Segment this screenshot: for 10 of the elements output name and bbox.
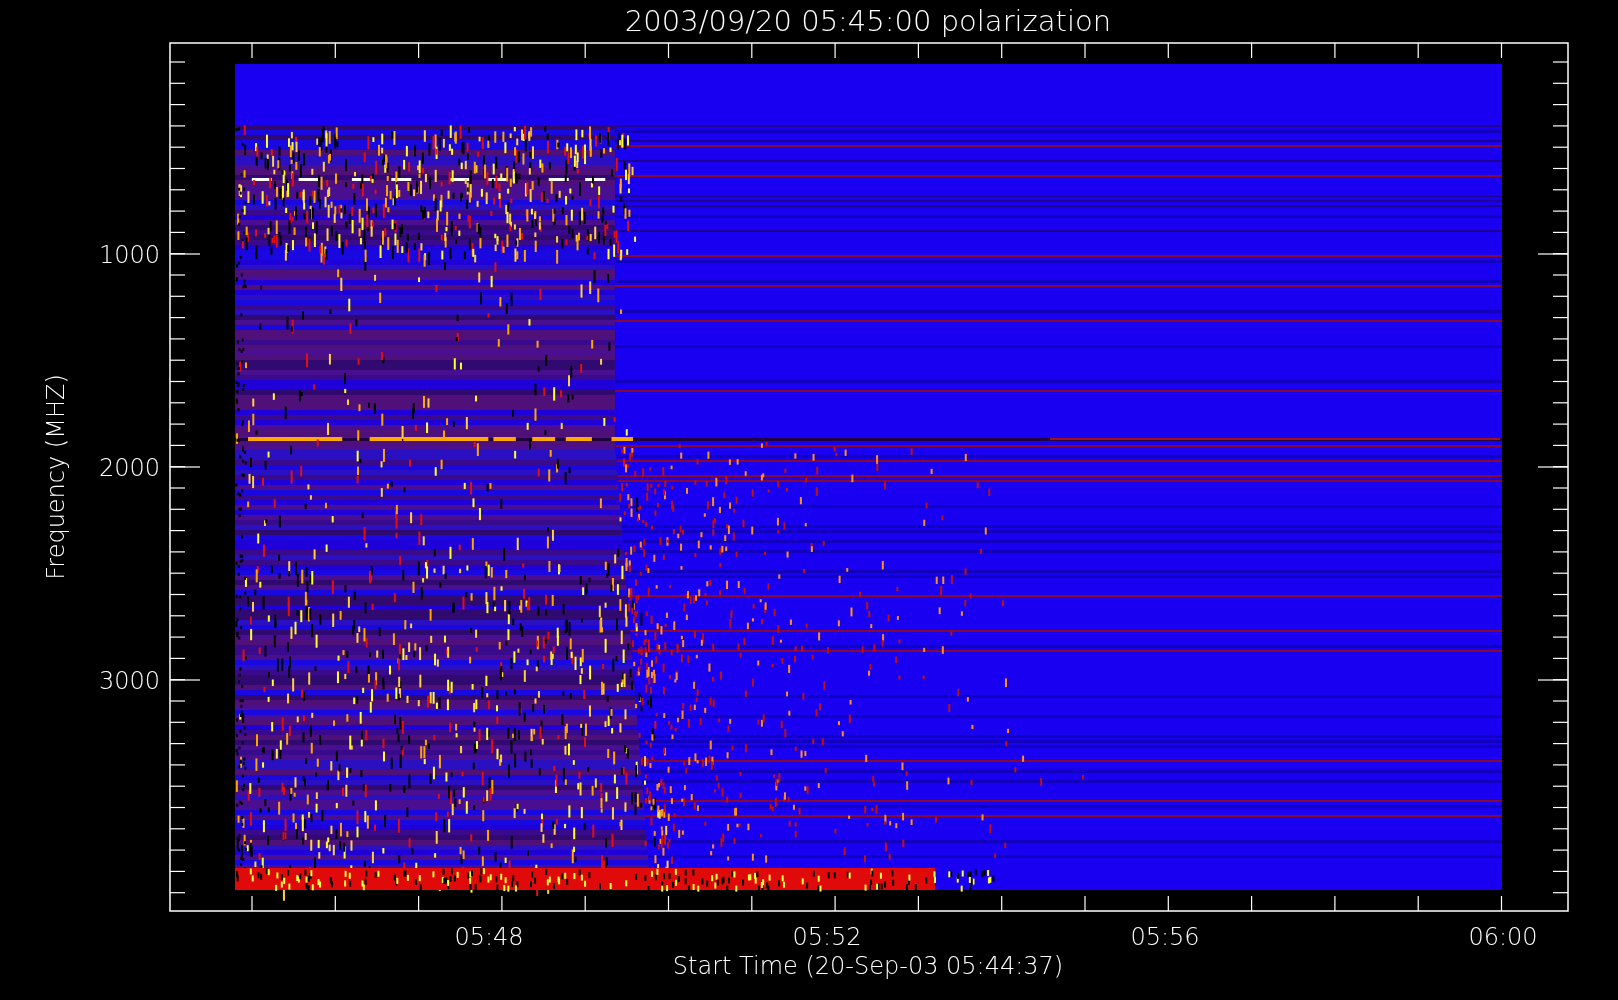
tick-label: 06:00	[1468, 923, 1538, 951]
tick-label: 3000	[98, 667, 160, 695]
plot-title: 2003/09/20 05:45:00 polarization	[624, 4, 1112, 38]
tick-label: 2000	[98, 454, 160, 482]
tick-label: 05:52	[792, 923, 862, 951]
axis-label: Frequency (MHZ)	[42, 374, 70, 580]
axis-label: Start Time (20-Sep-03 05:44:37)	[672, 952, 1064, 980]
tick-label: 05:48	[454, 923, 524, 951]
tick-label: 05:56	[1130, 923, 1200, 951]
tick-label: 1000	[98, 241, 160, 269]
